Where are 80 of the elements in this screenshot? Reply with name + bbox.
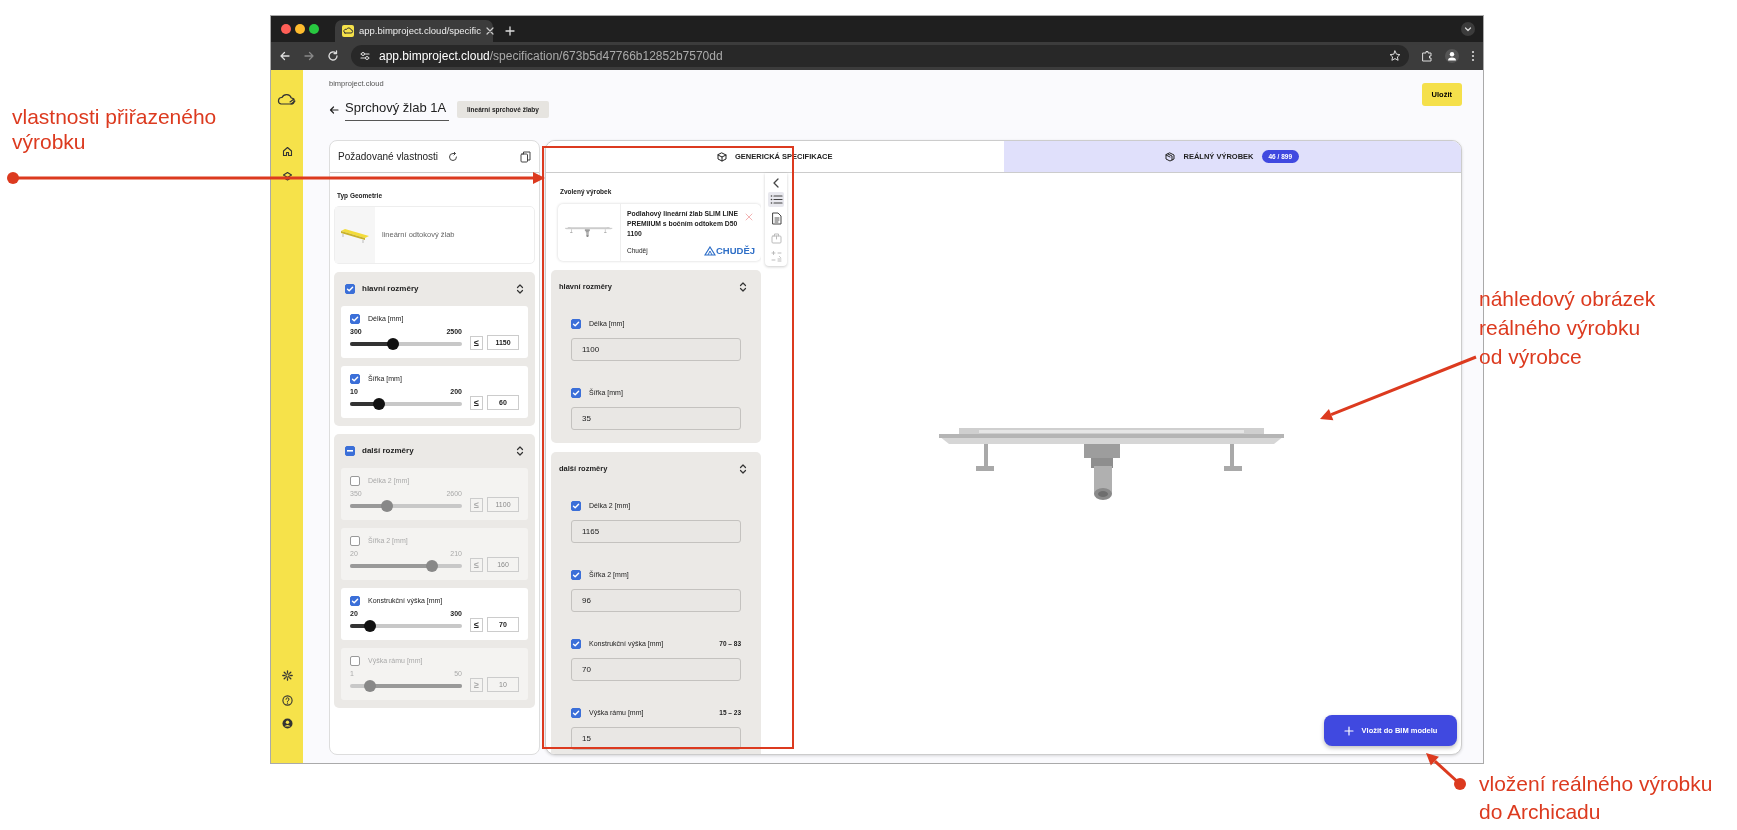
checkbox[interactable]	[350, 596, 360, 606]
checkbox[interactable]	[571, 500, 581, 511]
value-field[interactable]: 1165	[571, 519, 741, 543]
slider[interactable]	[350, 499, 462, 512]
address-bar[interactable]: app.bimproject.cloud/specification/673b5d47766b12852b7570dd	[351, 45, 1409, 67]
value-field[interactable]: 70	[571, 657, 741, 681]
slider-thumb[interactable]	[386, 337, 399, 350]
slider[interactable]	[350, 679, 462, 692]
browser-tab[interactable]: app.bimproject.cloud/specific	[335, 20, 493, 42]
expand-collapse-icon[interactable]	[739, 280, 747, 293]
slider-thumb[interactable]	[364, 679, 377, 692]
title-field[interactable]: Sprchový žlab 1A	[345, 98, 449, 121]
value-field[interactable]: 1100	[571, 337, 741, 361]
checkbox[interactable]	[571, 387, 581, 398]
expand-collapse-icon[interactable]	[516, 444, 524, 457]
annotation-text: náhledový obrázek reálného výrobku od výrobce	[1479, 286, 1656, 370]
tab-search-icon[interactable]	[1461, 22, 1475, 36]
forward-icon[interactable]	[303, 50, 315, 62]
star-icon[interactable]	[1389, 50, 1401, 62]
url-text: app.bimproject.cloud/specification/673b5d47766b12852b7570dd	[379, 48, 723, 65]
expand-collapse-icon[interactable]	[739, 462, 747, 475]
help-icon[interactable]	[281, 695, 293, 706]
value-field[interactable]: 35	[571, 406, 741, 430]
checkbox[interactable]	[350, 374, 360, 384]
close-window-button[interactable]	[281, 24, 291, 34]
operator-button[interactable]: ≤	[470, 395, 483, 410]
checkbox[interactable]	[350, 476, 360, 486]
annotation-text: vlastnosti přiřazeného výrobku	[12, 104, 217, 154]
cube-outline-icon	[1165, 151, 1176, 162]
checkbox[interactable]	[571, 569, 581, 580]
plus-icon	[1343, 725, 1354, 736]
brand-logo: CHUDĚJ	[703, 245, 755, 256]
slider[interactable]	[350, 559, 462, 572]
cloud-logo-icon[interactable]	[277, 92, 297, 108]
settings-icon[interactable]	[281, 670, 293, 681]
back-arrow-icon[interactable]	[329, 104, 339, 115]
checkbox[interactable]	[345, 445, 355, 456]
extensions-icon[interactable]	[1421, 50, 1433, 62]
reload-icon[interactable]	[327, 50, 339, 62]
home-icon[interactable]	[281, 146, 293, 157]
slider-thumb[interactable]	[364, 619, 377, 632]
expand-collapse-icon[interactable]	[516, 282, 524, 295]
slider[interactable]	[350, 337, 462, 350]
tool-button[interactable]	[768, 192, 784, 207]
checkbox[interactable]	[571, 638, 581, 649]
value-field[interactable]: 96	[571, 588, 741, 612]
checkbox[interactable]	[571, 318, 581, 329]
annotation-text: vložení reálného výrobku do Archicadu	[1479, 771, 1713, 825]
value-field[interactable]: 15	[571, 726, 741, 750]
panel-title: Požadované vlastnosti	[338, 150, 439, 164]
slider[interactable]	[350, 397, 462, 410]
maximize-window-button[interactable]	[309, 24, 319, 34]
callout-arrow	[1426, 753, 1466, 790]
back-icon[interactable]	[279, 50, 291, 62]
group-title: hlavní rozměry	[362, 282, 419, 295]
checkbox[interactable]	[350, 536, 360, 546]
cube-icon	[717, 151, 727, 162]
slider-thumb[interactable]	[380, 499, 393, 512]
new-tab-icon[interactable]	[505, 26, 515, 36]
reset-icon[interactable]	[448, 151, 459, 162]
slider-thumb[interactable]	[373, 397, 386, 410]
operator-button[interactable]: ≤	[470, 617, 483, 632]
checkbox[interactable]	[350, 314, 360, 324]
close-icon[interactable]	[486, 27, 494, 35]
user-icon[interactable]	[281, 718, 293, 729]
operator-button[interactable]: ≤	[470, 335, 483, 350]
minimize-window-button[interactable]	[295, 24, 305, 34]
slider-thumb[interactable]	[425, 559, 438, 572]
slider[interactable]	[350, 619, 462, 632]
cloud-icon	[342, 25, 354, 37]
more-menu-icon[interactable]	[1471, 50, 1475, 62]
checkbox[interactable]	[350, 656, 360, 666]
group-title: další rozměry	[362, 444, 414, 457]
checkbox[interactable]	[571, 707, 581, 718]
profile-icon[interactable]	[1445, 49, 1459, 63]
collapse-icon[interactable]	[772, 178, 780, 188]
checkbox[interactable]	[345, 283, 355, 294]
copy-icon[interactable]	[520, 150, 531, 163]
layers-icon[interactable]	[281, 171, 293, 182]
site-settings-icon[interactable]	[359, 50, 371, 62]
